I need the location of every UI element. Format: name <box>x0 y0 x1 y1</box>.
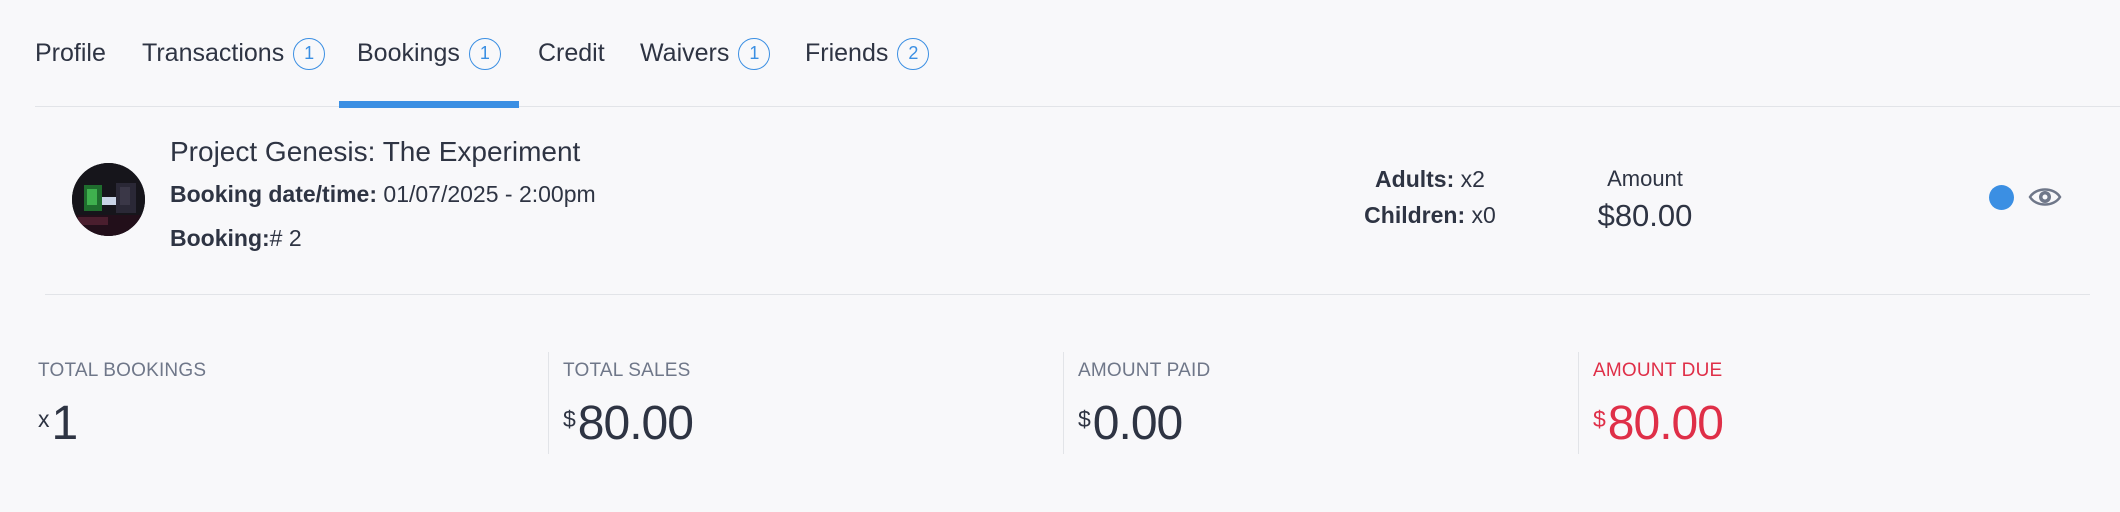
stat-value: 0.00 <box>1092 397 1183 450</box>
tab-friends[interactable]: Friends 2 <box>805 0 930 107</box>
stat-prefix: x <box>38 406 50 432</box>
adults-value: x2 <box>1454 166 1485 192</box>
stat-label: AMOUNT PAID <box>1078 360 1211 381</box>
tab-bar: Profile Transactions 1 Bookings 1 Credit… <box>35 0 2120 108</box>
tab-label: Profile <box>35 39 106 67</box>
currency-symbol: $ <box>563 406 576 432</box>
count-badge: 1 <box>293 37 326 70</box>
booking-amount: Amount $80.00 <box>1545 166 1745 234</box>
tab-label: Waivers <box>640 39 730 67</box>
booking-title: Project Genesis: The Experiment <box>170 136 581 167</box>
stat-value: 1 <box>51 397 79 450</box>
stat-label: TOTAL SALES <box>563 360 691 381</box>
stat-amount-paid: AMOUNT PAID $ 0.00 <box>1063 352 1578 454</box>
count-badge: 2 <box>897 37 930 70</box>
booking-number-value: # 2 <box>269 225 302 251</box>
booking-datetime: Booking date/time: 01/07/2025 - 2:00pm <box>170 181 596 208</box>
tab-credit[interactable]: Credit <box>538 0 605 107</box>
stat-value: 80.00 <box>1607 397 1724 450</box>
children-count: Children: x0 <box>1295 202 1565 229</box>
tab-bookings[interactable]: Bookings 1 <box>339 0 519 108</box>
booking-datetime-label: Booking date/time: <box>170 181 378 207</box>
amount-value: $80.00 <box>1597 198 1693 233</box>
status-dot-icon[interactable] <box>1989 185 2014 210</box>
tab-label: Friends <box>805 39 889 67</box>
currency-symbol: $ <box>1078 406 1091 432</box>
stat-label: TOTAL BOOKINGS <box>38 360 207 381</box>
children-label: Children: <box>1364 202 1466 228</box>
stat-total-sales: TOTAL SALES $ 80.00 <box>548 352 1063 454</box>
eye-icon[interactable] <box>2028 183 2062 211</box>
tab-label: Credit <box>538 39 605 67</box>
stat-value: 80.00 <box>577 397 694 450</box>
stat-amount-due: AMOUNT DUE $ 80.00 <box>1578 352 2093 454</box>
guest-counts: Adults: x2 Children: x0 <box>1295 166 1565 238</box>
tab-transactions[interactable]: Transactions 1 <box>142 0 326 107</box>
count-badge: 1 <box>468 37 501 70</box>
booking-datetime-value: 01/07/2025 - 2:00pm <box>377 181 596 207</box>
booking-number-label: Booking: <box>170 225 270 251</box>
tab-waivers[interactable]: Waivers 1 <box>640 0 771 107</box>
booking-row: Project Genesis: The Experiment Booking … <box>45 108 2090 295</box>
count-badge: 1 <box>738 37 771 70</box>
summary-stats: TOTAL BOOKINGS x 1 TOTAL SALES $ 80.00 A… <box>38 352 2120 472</box>
tab-profile[interactable]: Profile <box>35 0 106 107</box>
adults-count: Adults: x2 <box>1295 166 1565 193</box>
stat-total-bookings: TOTAL BOOKINGS x 1 <box>38 352 548 454</box>
adults-label: Adults: <box>1375 166 1455 192</box>
booking-thumbnail <box>72 163 145 236</box>
stat-label: AMOUNT DUE <box>1593 360 1723 381</box>
amount-label: Amount <box>1607 166 1683 191</box>
tab-label: Transactions <box>142 39 285 67</box>
currency-symbol: $ <box>1593 406 1606 432</box>
children-value: x0 <box>1465 202 1496 228</box>
tab-label: Bookings <box>357 39 460 67</box>
booking-number: Booking:# 2 <box>170 225 302 252</box>
